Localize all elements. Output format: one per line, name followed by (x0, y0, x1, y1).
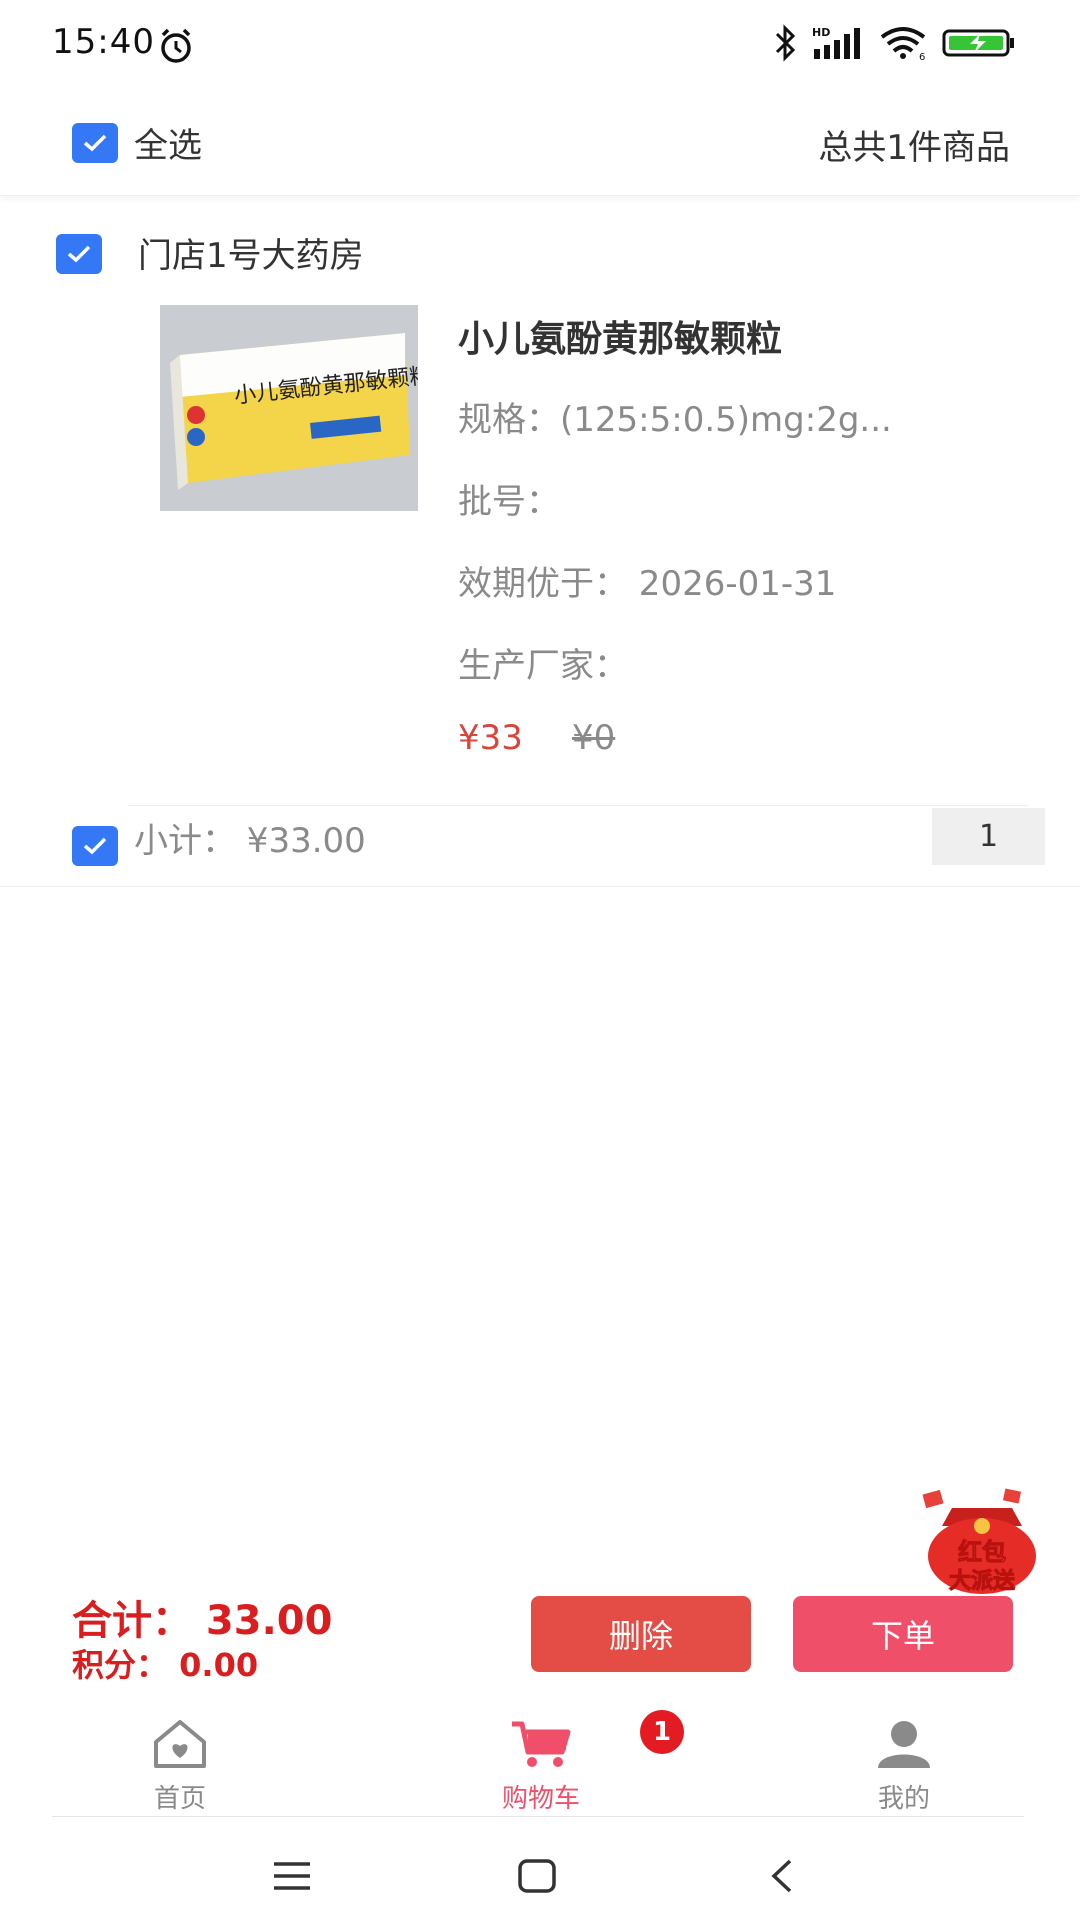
alarm-icon (161, 28, 191, 63)
svg-text:6: 6 (919, 52, 925, 61)
cart-points: 积分： 0.00 (72, 1646, 259, 1684)
product-title[interactable]: 小儿氨酚黄那敏颗粒 (458, 310, 782, 362)
tab-bar: 首页 购物车 我的 (0, 1710, 1080, 1818)
home-square-icon[interactable] (517, 1858, 557, 1894)
menu-icon[interactable] (272, 1860, 312, 1892)
red-envelope-icon: 红包 大派送 (922, 1488, 1036, 1595)
battery-icon (942, 29, 1014, 57)
svg-text:红包: 红包 (958, 1538, 1006, 1566)
tab-cart[interactable]: 购物车 (461, 1718, 621, 1815)
home-icon (154, 1720, 206, 1768)
tab-cart-label: 购物车 (501, 1784, 580, 1814)
wifi-icon: 6 (880, 27, 925, 61)
place-order-button[interactable]: 下单 (793, 1596, 1013, 1672)
quantity-input[interactable]: 1 (932, 808, 1045, 865)
back-icon[interactable] (768, 1858, 796, 1894)
product-original-price: ¥0 (572, 718, 616, 758)
red-packet-promo[interactable]: 红包 大派送 (918, 1486, 1046, 1598)
store-name: 门店1号大药房 (138, 236, 364, 276)
product-batch: 批号： (458, 482, 560, 522)
status-icons: HD 6 (772, 24, 1016, 62)
status-bar: 15:40 HD 6 (0, 0, 1080, 92)
divider (0, 886, 1080, 887)
cart-badge: 1 (640, 1710, 684, 1754)
product-image[interactable]: 小儿氨酚黄那敏颗粒 (160, 305, 418, 511)
tab-mine-label: 我的 (877, 1784, 930, 1814)
product-spec: 规格：(125:5:0.5)mg:2g... (458, 400, 892, 440)
product-expiry: 效期优于： 2026-01-31 (458, 564, 837, 604)
medicine-box-image: 小儿氨酚黄那敏颗粒 (160, 305, 418, 511)
delete-button[interactable]: 删除 (531, 1596, 751, 1672)
divider (52, 1816, 1024, 1817)
status-time: 15:40 (52, 22, 155, 62)
select-all-bar: 全选 总共1件商品 (0, 92, 1080, 196)
product-manufacturer: 生产厂家： (458, 646, 628, 686)
system-nav-bar (0, 1820, 1080, 1920)
divider (128, 805, 1028, 806)
select-all-checkbox[interactable] (72, 123, 118, 163)
svg-text:大派送: 大派送 (949, 1568, 1015, 1594)
user-icon (878, 1721, 930, 1768)
check-icon (67, 245, 91, 263)
tab-home-label: 首页 (153, 1784, 206, 1814)
check-icon (83, 837, 107, 855)
select-all-label: 全选 (134, 126, 202, 166)
tab-mine[interactable]: 我的 (824, 1718, 984, 1815)
item-subtotal: 小计： ¥33.00 (134, 821, 366, 861)
check-icon (83, 134, 107, 152)
svg-text:HD: HD (812, 26, 830, 39)
product-price: ¥33 (458, 718, 523, 758)
bluetooth-icon (775, 24, 796, 62)
cart-total: 合计： 33.00 (72, 1598, 333, 1644)
item-checkbox[interactable] (72, 826, 118, 866)
total-items-count: 总共1件商品 (818, 128, 1010, 168)
store-checkbox[interactable] (56, 234, 102, 274)
tab-home[interactable]: 首页 (100, 1718, 260, 1815)
signal-icon: HD (812, 26, 860, 59)
cart-icon (512, 1721, 571, 1767)
